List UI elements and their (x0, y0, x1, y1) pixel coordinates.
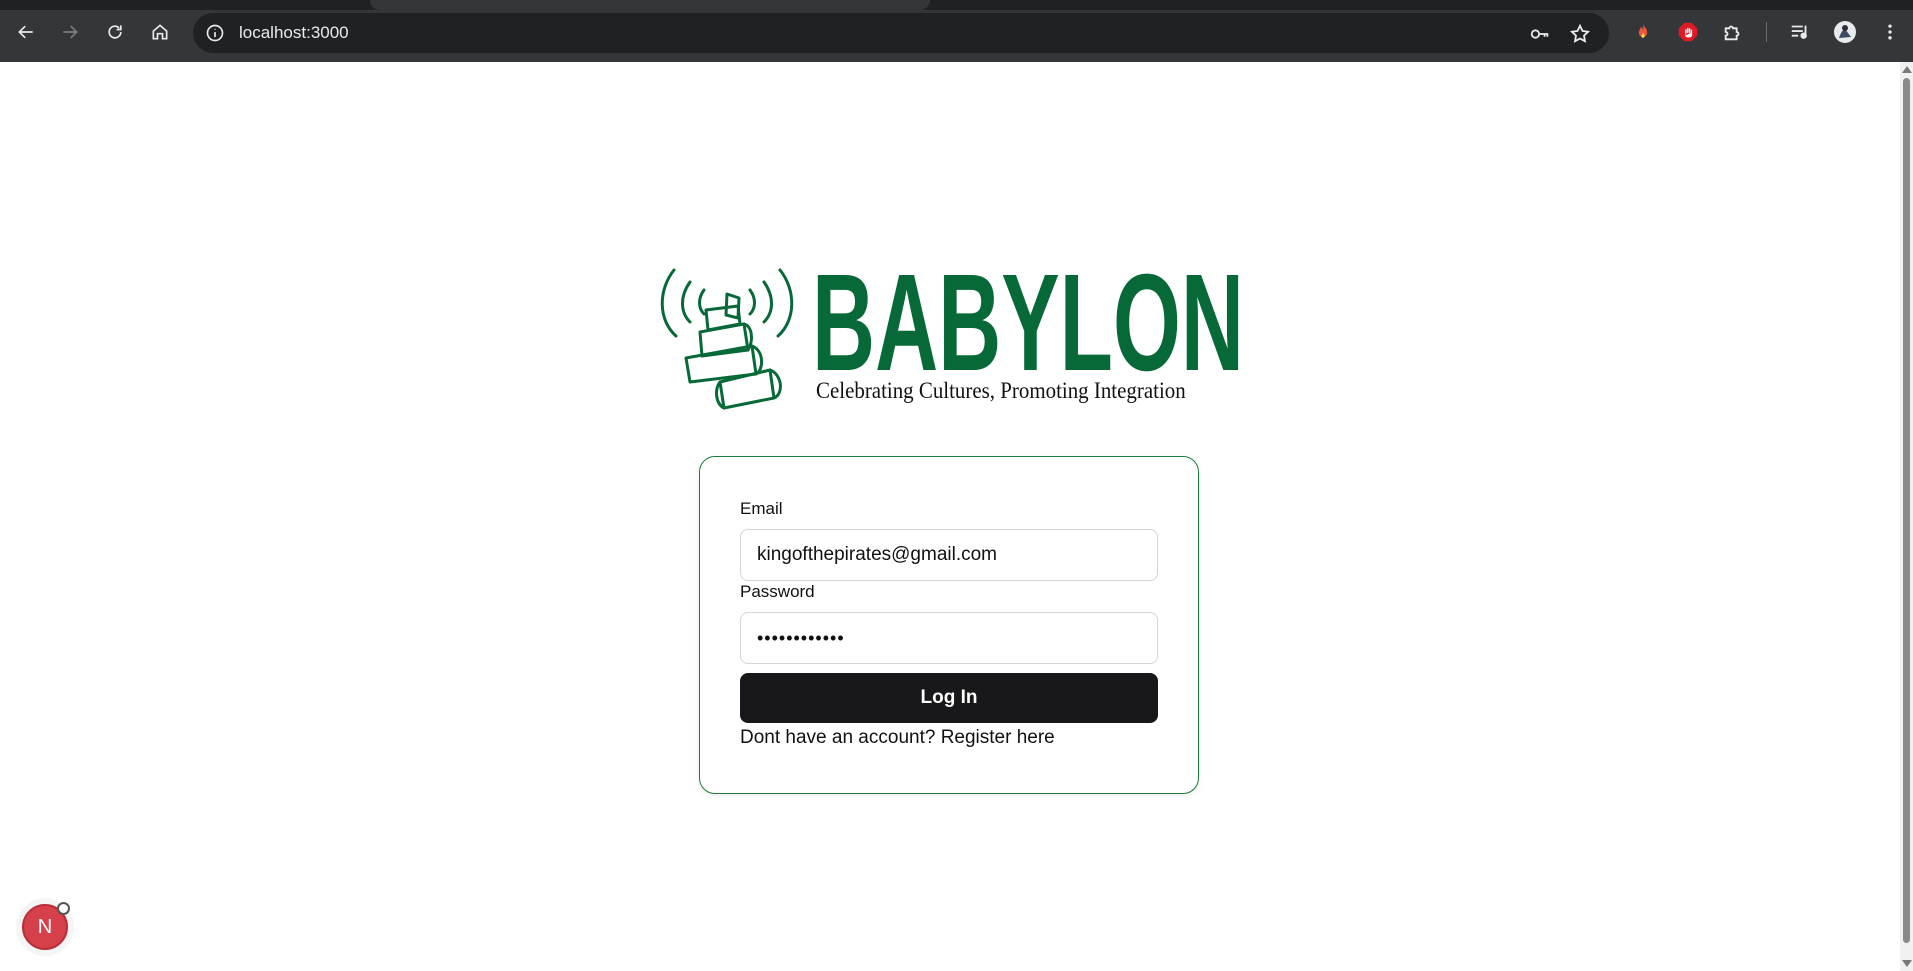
star-icon[interactable] (1569, 23, 1591, 45)
more-vert-icon[interactable] (1878, 20, 1902, 44)
media-queue-icon[interactable] (1788, 20, 1812, 44)
tab-strip (0, 0, 1913, 10)
brand-name: BABYLON (812, 260, 1244, 380)
register-link[interactable]: Dont have an account? Register here (740, 727, 1055, 749)
brand-tagline: Celebrating Cultures, Promoting Integrat… (816, 378, 1186, 403)
scroll-down-arrow[interactable] (1902, 960, 1912, 967)
password-label: Password (740, 582, 815, 601)
address-bar[interactable]: localhost:3000 (193, 13, 1609, 53)
adblock-extension-icon[interactable] (1676, 20, 1700, 44)
login-card: Email kingofthepirates@gmail.com Passwor… (699, 456, 1199, 794)
notification-dot (57, 902, 70, 915)
browser-toolbar: localhost:3000 (0, 0, 1913, 62)
password-field[interactable]: •••••••••••• (740, 612, 1158, 664)
extensions-icon[interactable] (1721, 20, 1745, 44)
scroll-up-arrow[interactable] (1902, 66, 1912, 73)
scroll-thumb[interactable] (1903, 78, 1910, 943)
reload-icon[interactable] (101, 18, 129, 46)
vertical-scrollbar[interactable] (1900, 62, 1913, 971)
email-label: Email (740, 499, 783, 518)
profile-avatar[interactable] (1833, 20, 1857, 44)
nextjs-dev-indicator[interactable]: N (22, 902, 70, 950)
fire-extension-icon[interactable] (1631, 20, 1655, 44)
toolbar-divider (1766, 22, 1767, 42)
login-button[interactable]: Log In (740, 673, 1158, 723)
back-arrow-icon[interactable] (12, 18, 40, 46)
email-field[interactable]: kingofthepirates@gmail.com (740, 529, 1158, 581)
home-icon[interactable] (146, 18, 174, 46)
tower-of-babel-icon (660, 268, 794, 410)
info-icon[interactable] (205, 23, 225, 43)
key-icon[interactable] (1529, 23, 1551, 45)
dev-indicator-letter: N (37, 915, 53, 938)
forward-arrow-icon[interactable] (56, 18, 84, 46)
babylon-logo: BABYLON Celebrating Cultures, Promoting … (660, 260, 1260, 420)
brand-wordmark: BABYLON (812, 260, 1244, 380)
url-text[interactable]: localhost:3000 (239, 13, 349, 53)
